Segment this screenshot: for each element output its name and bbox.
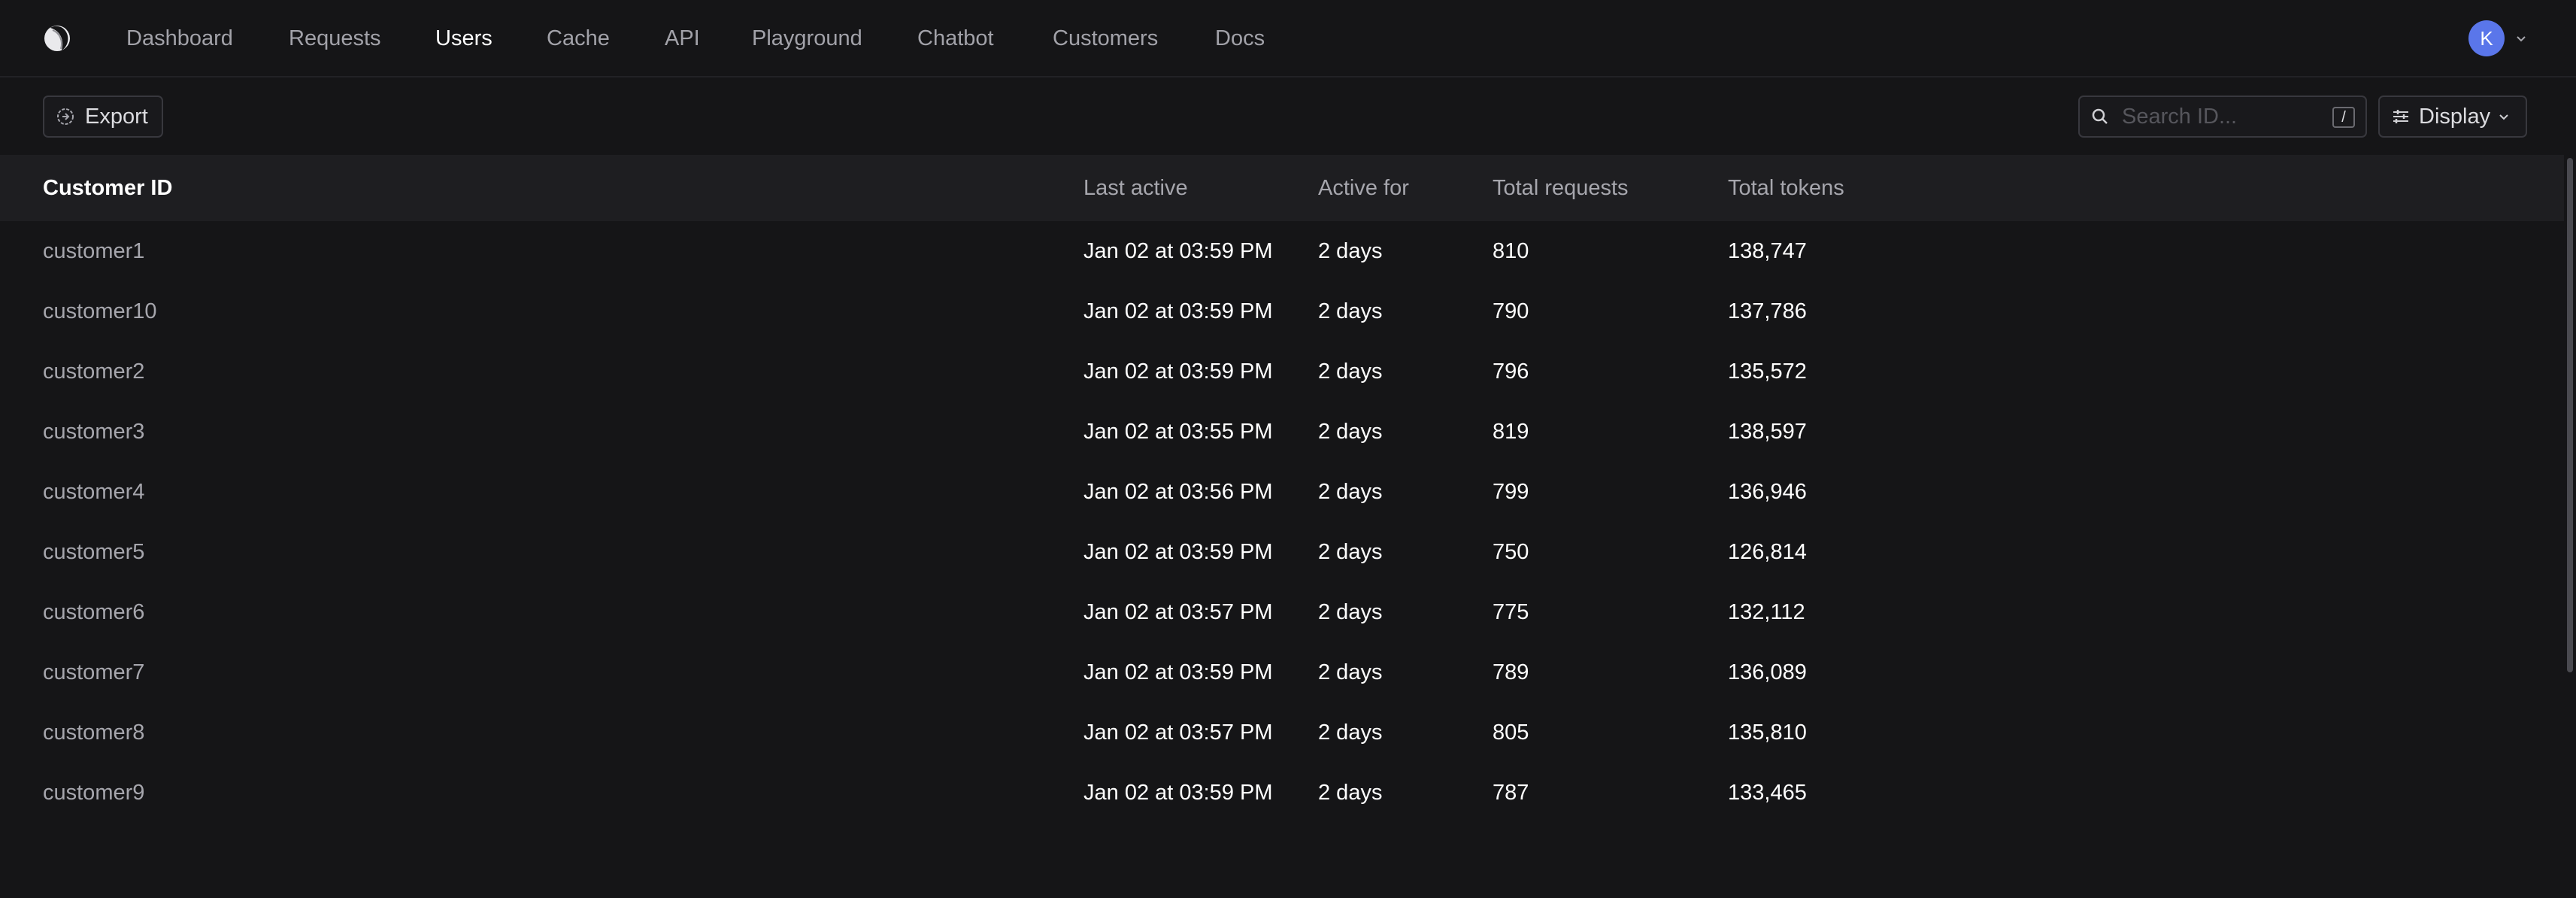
customer-id-cell: customer5	[43, 540, 145, 564]
last-active-cell: Jan 02 at 03:59 PM	[1083, 660, 1273, 684]
total-requests-cell: 819	[1493, 420, 1529, 444]
search-input[interactable]	[2120, 103, 2323, 130]
last-active-cell: Jan 02 at 03:59 PM	[1083, 360, 1273, 384]
last-active-cell: Jan 02 at 03:56 PM	[1083, 480, 1273, 504]
table-row[interactable]: customer4 Jan 02 at 03:56 PM 2 days 799 136,…	[0, 462, 2564, 522]
nav-playground[interactable]: Playground	[752, 0, 862, 77]
column-header-customer-id[interactable]: Customer ID	[43, 155, 172, 221]
top-nav: Dashboard Requests Users Cache API Playg…	[0, 0, 2576, 77]
total-tokens-cell: 137,786	[1728, 299, 1807, 323]
nav-dashboard[interactable]: Dashboard	[126, 0, 233, 77]
toolbar: Export / Display	[0, 77, 2576, 155]
total-requests-cell: 750	[1493, 540, 1529, 564]
active-for-cell: 2 days	[1318, 239, 1383, 263]
last-active-cell: Jan 02 at 03:59 PM	[1083, 239, 1273, 263]
last-active-cell: Jan 02 at 03:55 PM	[1083, 420, 1273, 444]
chevron-down-icon	[2517, 36, 2526, 42]
nav-api[interactable]: API	[665, 0, 700, 77]
customers-table: Customer ID Last active Active for Total…	[0, 155, 2564, 823]
total-tokens-cell: 132,112	[1728, 600, 1805, 624]
total-requests-cell: 789	[1493, 660, 1529, 684]
column-header-last-active[interactable]: Last active	[1083, 155, 1188, 221]
table-row[interactable]: customer3 Jan 02 at 03:55 PM 2 days 819 138,…	[0, 402, 2564, 462]
total-tokens-cell: 135,810	[1728, 721, 1807, 745]
nav-customers[interactable]: Customers	[1053, 0, 1158, 77]
customer-id-cell: customer3	[43, 420, 145, 444]
display-button[interactable]: Display	[2378, 96, 2527, 138]
table-row[interactable]: customer2 Jan 02 at 03:59 PM 2 days 796 135,…	[0, 341, 2564, 402]
active-for-cell: 2 days	[1318, 299, 1383, 323]
table-row[interactable]: customer8 Jan 02 at 03:57 PM 2 days 805 135,…	[0, 702, 2564, 763]
total-requests-cell: 796	[1493, 360, 1529, 384]
export-icon	[57, 108, 74, 125]
nav-users[interactable]: Users	[435, 0, 492, 77]
search-shortcut-key: /	[2332, 107, 2355, 128]
total-tokens-cell: 138,597	[1728, 420, 1807, 444]
customer-id-cell: customer9	[43, 781, 145, 805]
nav-requests[interactable]: Requests	[289, 0, 381, 77]
active-for-cell: 2 days	[1318, 360, 1383, 384]
active-for-cell: 2 days	[1318, 660, 1383, 684]
search-box[interactable]: /	[2078, 96, 2367, 138]
last-active-cell: Jan 02 at 03:57 PM	[1083, 721, 1273, 745]
table-row[interactable]: customer7 Jan 02 at 03:59 PM 2 days 789 136,…	[0, 642, 2564, 702]
active-for-cell: 2 days	[1318, 480, 1383, 504]
active-for-cell: 2 days	[1318, 721, 1383, 745]
active-for-cell: 2 days	[1318, 540, 1383, 564]
app-logo-icon[interactable]	[42, 23, 72, 53]
nav-cache[interactable]: Cache	[547, 0, 610, 77]
user-menu[interactable]: K	[2468, 20, 2527, 56]
last-active-cell: Jan 02 at 03:57 PM	[1083, 600, 1273, 624]
table-row[interactable]: customer6 Jan 02 at 03:57 PM 2 days 775 132,…	[0, 582, 2564, 642]
total-requests-cell: 775	[1493, 600, 1529, 624]
customer-id-cell: customer10	[43, 299, 157, 323]
total-tokens-cell: 136,946	[1728, 480, 1807, 504]
active-for-cell: 2 days	[1318, 600, 1383, 624]
column-header-total-requests[interactable]: Total requests	[1493, 155, 1629, 221]
customer-id-cell: customer2	[43, 360, 145, 384]
table-body: customer1 Jan 02 at 03:59 PM 2 days 810 138,…	[0, 221, 2564, 823]
table-row[interactable]: customer9 Jan 02 at 03:59 PM 2 days 787 133,…	[0, 763, 2564, 823]
customer-id-cell: customer6	[43, 600, 145, 624]
column-header-total-tokens[interactable]: Total tokens	[1728, 155, 1844, 221]
nav-chatbot[interactable]: Chatbot	[917, 0, 994, 77]
table-row[interactable]: customer10 Jan 02 at 03:59 PM 2 days 790 137…	[0, 281, 2564, 341]
total-requests-cell: 790	[1493, 299, 1529, 323]
total-tokens-cell: 126,814	[1728, 540, 1807, 564]
avatar[interactable]: K	[2468, 20, 2505, 56]
sliders-icon	[2393, 110, 2408, 123]
customer-id-cell: customer7	[43, 660, 145, 684]
column-header-active-for[interactable]: Active for	[1318, 155, 1409, 221]
customer-id-cell: customer4	[43, 480, 145, 504]
total-requests-cell: 810	[1493, 239, 1529, 263]
export-button[interactable]: Export	[43, 96, 163, 138]
nav-docs[interactable]: Docs	[1215, 0, 1265, 77]
last-active-cell: Jan 02 at 03:59 PM	[1083, 540, 1273, 564]
table-header: Customer ID Last active Active for Total…	[0, 155, 2564, 221]
table-row[interactable]: customer5 Jan 02 at 03:59 PM 2 days 750 126,…	[0, 522, 2564, 582]
total-requests-cell: 787	[1493, 781, 1529, 805]
last-active-cell: Jan 02 at 03:59 PM	[1083, 299, 1273, 323]
total-tokens-cell: 138,747	[1728, 239, 1807, 263]
total-tokens-cell: 135,572	[1728, 360, 1807, 384]
table-row[interactable]: customer1 Jan 02 at 03:59 PM 2 days 810 138,…	[0, 221, 2564, 281]
total-requests-cell: 805	[1493, 721, 1529, 745]
customer-id-cell: customer1	[43, 239, 145, 263]
last-active-cell: Jan 02 at 03:59 PM	[1083, 781, 1273, 805]
export-label: Export	[85, 104, 148, 129]
search-icon	[2092, 108, 2108, 124]
total-requests-cell: 799	[1493, 480, 1529, 504]
total-tokens-cell: 133,465	[1728, 781, 1807, 805]
scrollbar-thumb[interactable]	[2567, 158, 2573, 672]
active-for-cell: 2 days	[1318, 420, 1383, 444]
chevron-down-icon	[2499, 114, 2508, 120]
total-tokens-cell: 136,089	[1728, 660, 1807, 684]
active-for-cell: 2 days	[1318, 781, 1383, 805]
display-label: Display	[2419, 104, 2491, 129]
customer-id-cell: customer8	[43, 721, 145, 745]
